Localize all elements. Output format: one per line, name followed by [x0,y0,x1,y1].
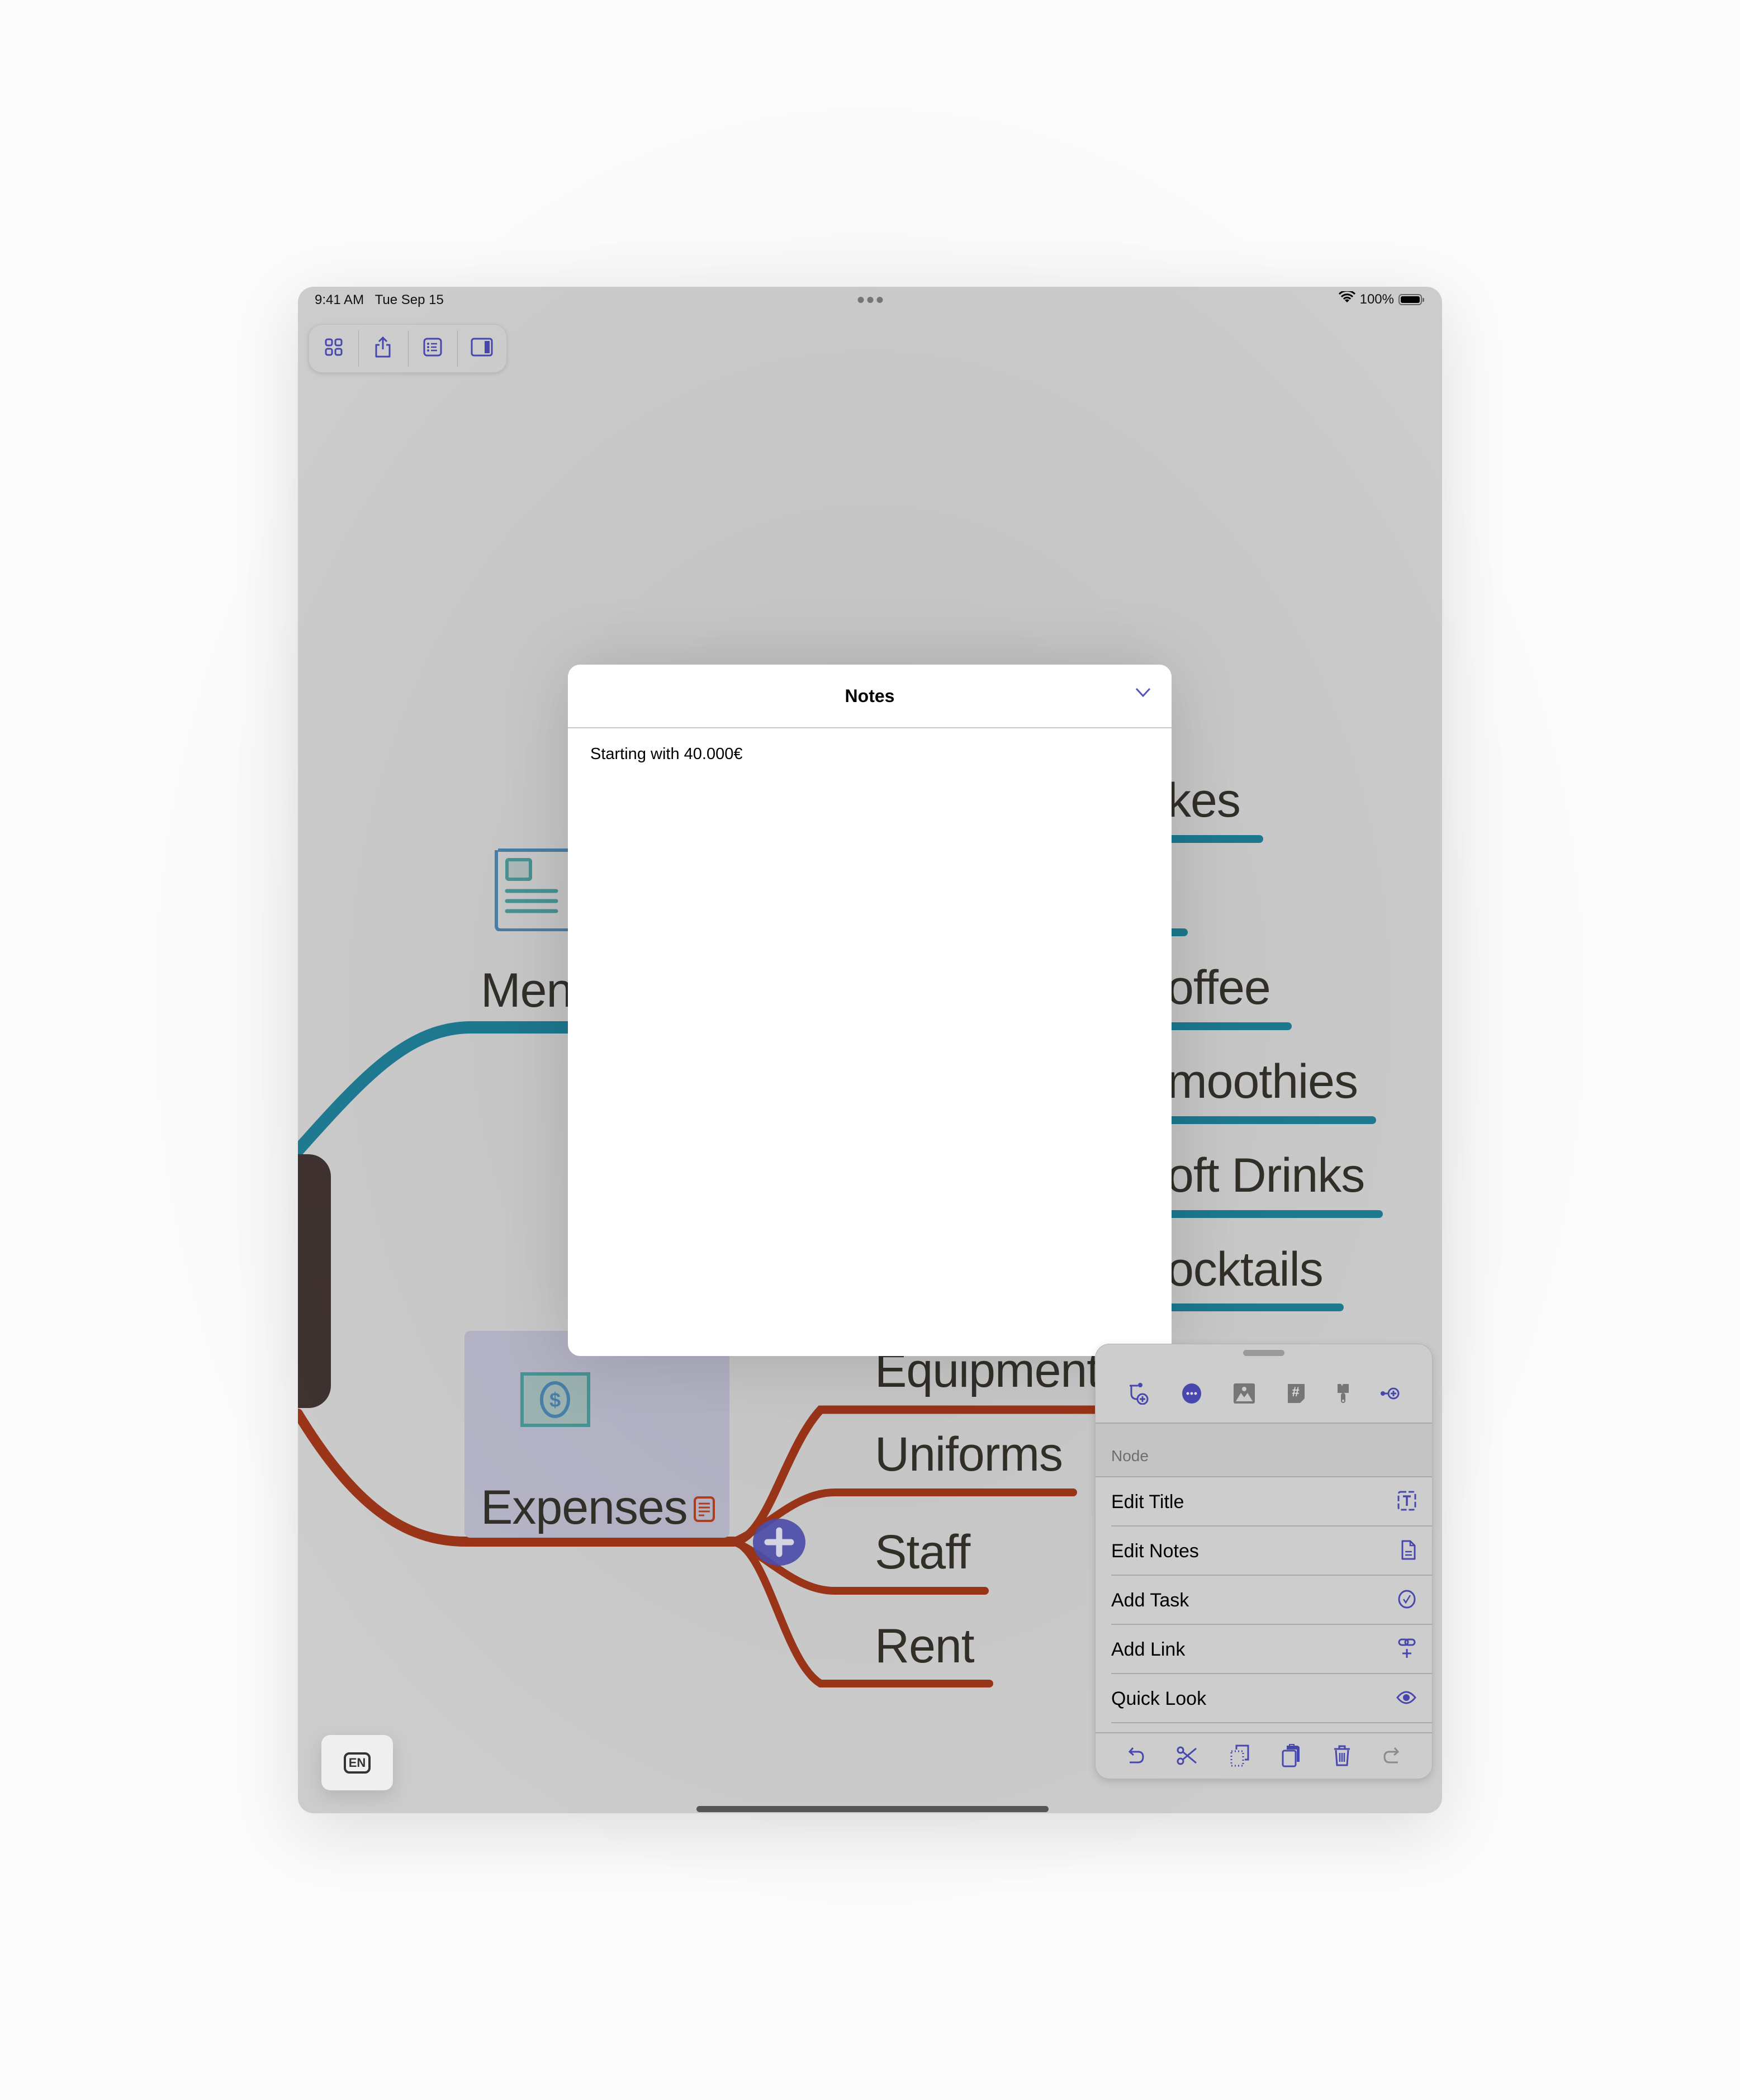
node-menu-label[interactable]: Men [481,963,573,1018]
add-sibling-icon[interactable] [1381,1387,1400,1403]
node-drinks-item[interactable]: offee [1167,960,1271,1016]
inspector-button[interactable] [457,325,506,372]
panel-top-icons: # [1096,1367,1432,1423]
checkmark-circle-icon [1397,1589,1416,1612]
notes-modal-header: Notes [568,665,1172,728]
copy-icon[interactable] [1230,1744,1250,1770]
panel-bottom-actions [1096,1732,1432,1779]
section-label: Node [1111,1447,1149,1464]
document-icon [1401,1539,1416,1563]
node-action-panel: # Node Edit Title Edit Notes Add Task Ad… [1095,1344,1433,1779]
add-child-icon[interactable] [1128,1382,1150,1407]
panel-menu: Edit Title Edit Notes Add Task Add Link … [1096,1477,1432,1723]
money-icon: $ [520,1372,590,1430]
battery-icon [1398,293,1424,305]
menu-item-edit-title[interactable]: Edit Title [1096,1477,1432,1527]
menu-item-label: Edit Title [1111,1491,1184,1513]
menu-item-label: Add Link [1111,1638,1186,1660]
add-node-button[interactable] [752,1518,806,1569]
status-time: 9:41 AM Tue Sep 15 [315,292,444,308]
redo-icon[interactable] [1383,1746,1400,1768]
node-expenses-label[interactable]: Expenses [481,1480,688,1535]
menu-item-quick-look[interactable]: Quick Look [1096,1674,1432,1723]
node-drinks-item[interactable]: kes [1167,773,1241,828]
menu-item-edit-notes[interactable]: Edit Notes [1096,1527,1432,1576]
node-drinks-item[interactable]: ocktails [1167,1242,1324,1297]
multitasking-dots[interactable] [857,297,883,303]
menu-item-label: Quick Look [1111,1687,1207,1709]
panel-grabber[interactable] [1243,1350,1284,1356]
node-drinks-item[interactable]: moothies [1167,1054,1358,1110]
newspaper-icon [494,847,572,934]
svg-text:#: # [1292,1385,1299,1400]
central-node[interactable] [298,1154,331,1408]
tag-icon[interactable]: # [1287,1383,1306,1407]
keyboard-language-button[interactable]: EN [321,1735,393,1790]
menu-item-add-task[interactable]: Add Task [1096,1576,1432,1625]
branch-menu [298,1021,584,1156]
notes-text-area[interactable]: Starting with 40.000€ [568,728,1172,780]
link-plus-icon [1397,1638,1416,1662]
undo-icon[interactable] [1128,1746,1145,1768]
outline-button[interactable] [407,325,457,372]
node-drinks-item[interactable]: oft Drinks [1167,1148,1365,1203]
text-frame-icon [1397,1491,1416,1514]
chevron-down-icon[interactable] [1135,687,1151,701]
battery-percent: 100% [1359,291,1394,307]
menu-item-add-link[interactable]: Add Link [1096,1625,1432,1674]
notes-modal: Notes Starting with 40.000€ [568,665,1172,1356]
paste-icon[interactable] [1281,1743,1301,1770]
image-icon[interactable] [1233,1383,1255,1407]
notes-icon[interactable] [693,1496,715,1525]
eye-icon [1396,1690,1416,1708]
grid-icon [325,338,343,359]
panel-section-header: Node [1096,1423,1432,1477]
time-text: 9:41 AM [315,292,364,307]
language-label: EN [343,1752,371,1774]
top-toolbar [309,324,507,373]
node-expense-item[interactable]: Uniforms [875,1427,1063,1482]
node-expense-item[interactable]: Rent [875,1619,975,1674]
date-text: Tue Sep 15 [374,292,444,307]
more-icon[interactable] [1181,1383,1202,1407]
wifi-icon [1338,290,1355,307]
menu-item-label: Add Task [1111,1589,1189,1611]
style-brush-icon[interactable] [1336,1383,1350,1407]
svg-text:$: $ [549,1388,561,1411]
grid-view-button[interactable] [309,325,358,372]
share-button[interactable] [358,325,407,372]
notes-modal-title: Notes [845,685,895,706]
share-icon [374,336,391,361]
list-icon [423,338,442,359]
menu-item-label: Edit Notes [1111,1540,1199,1562]
status-bar: 9:41 AM Tue Sep 15 100% [298,287,1442,315]
sidebar-right-icon [471,338,493,359]
trash-icon[interactable] [1333,1745,1351,1770]
node-expense-item[interactable]: Staff [875,1525,970,1580]
cut-icon[interactable] [1177,1746,1198,1768]
home-indicator[interactable] [696,1806,1049,1812]
